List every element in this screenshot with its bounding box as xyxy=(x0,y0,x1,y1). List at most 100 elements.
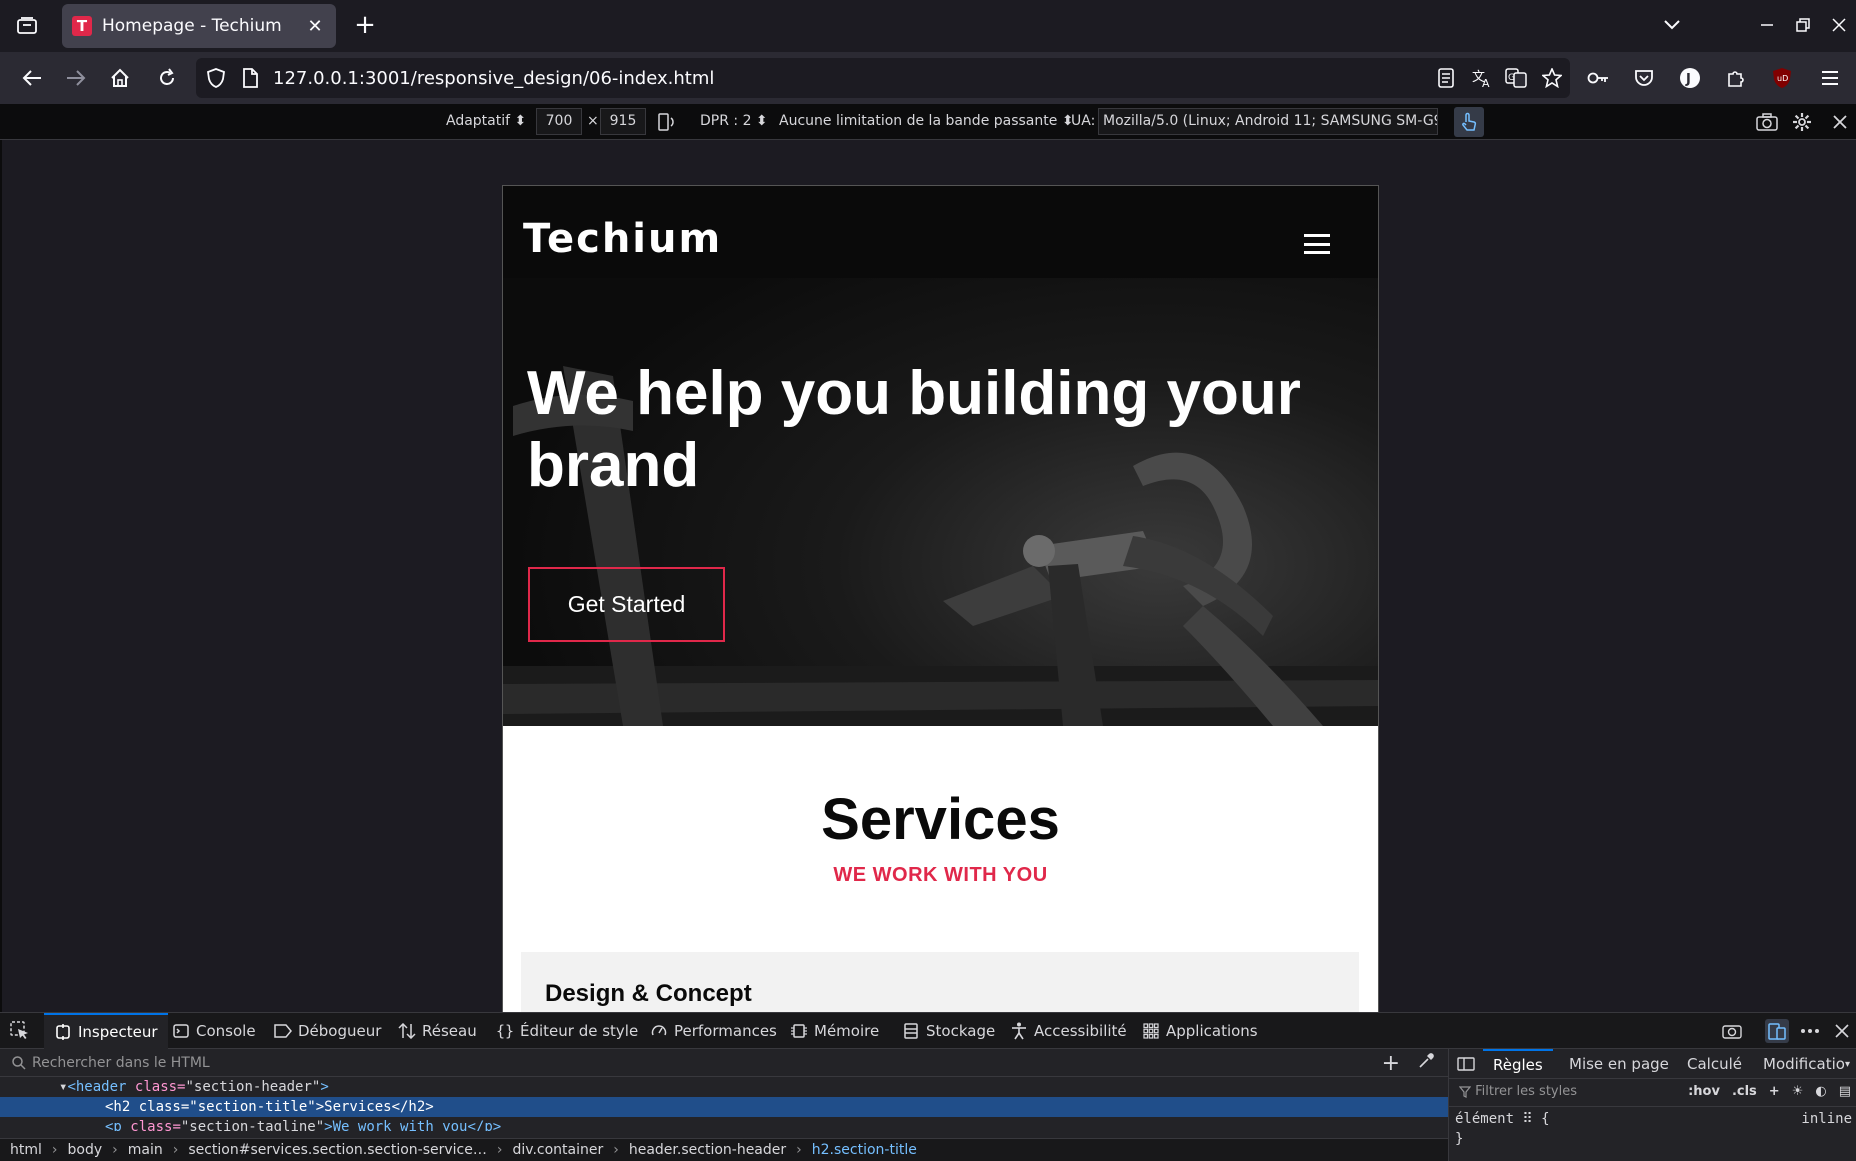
bookmark-button[interactable] xyxy=(1536,62,1568,94)
tab-reseau[interactable]: Réseau xyxy=(398,1013,477,1049)
close-window-button[interactable] xyxy=(1824,10,1854,40)
pocket-button[interactable] xyxy=(1628,62,1660,94)
breadcrumb-item[interactable]: div.container xyxy=(512,1142,603,1159)
list-all-tabs-button[interactable] xyxy=(1657,10,1687,40)
close-devtools-button[interactable] xyxy=(1830,1019,1854,1043)
responsive-design-mode-button[interactable] xyxy=(1765,1019,1789,1043)
tab-debogueur[interactable]: Débogueur xyxy=(274,1013,381,1049)
tab-applications[interactable]: Applications xyxy=(1142,1013,1258,1049)
tab-stockage[interactable]: Stockage xyxy=(902,1013,995,1049)
close-tab-icon[interactable]: ✕ xyxy=(304,16,326,37)
tab-mise-en-page[interactable]: Mise en page xyxy=(1569,1049,1669,1079)
sidebar-toggle-button[interactable] xyxy=(1457,1049,1475,1079)
rule-element-selector[interactable]: élément ⠿ { xyxy=(1455,1109,1855,1129)
close-icon xyxy=(1835,1024,1849,1038)
touch-simulation-button[interactable] xyxy=(1454,107,1484,137)
tab-modifications[interactable]: Modificatio xyxy=(1763,1049,1847,1079)
url-text[interactable]: 127.0.0.1:3001/responsive_design/06-inde… xyxy=(273,68,714,89)
html-search-box[interactable]: Rechercher dans le HTML + xyxy=(0,1049,1448,1077)
translate-extension-button[interactable]: G xyxy=(1500,62,1532,94)
reload-button[interactable] xyxy=(151,62,183,94)
markup-node-h2-selected[interactable]: <h2 class="section-title">Services</h2> xyxy=(0,1097,1448,1117)
minimize-icon xyxy=(1761,24,1773,26)
forward-button[interactable] xyxy=(60,62,92,94)
reader-view-button[interactable] xyxy=(1430,62,1462,94)
network-throttling-selector[interactable]: Aucune limitation de la bande passante ⬍ xyxy=(779,113,1074,129)
close-icon xyxy=(1832,18,1846,32)
hov-toggle[interactable]: :hov xyxy=(1688,1084,1720,1099)
rules-tools: :hov .cls + ☀ ◐ ▤ xyxy=(1688,1084,1851,1099)
style-editor-icon: {} xyxy=(495,1022,515,1040)
tracking-protection-icon[interactable] xyxy=(204,66,228,90)
print-simulation-icon[interactable]: ▤ xyxy=(1839,1084,1851,1099)
breadcrumb-item[interactable]: body xyxy=(68,1142,103,1159)
breadcrumb-separator: › xyxy=(51,1142,58,1158)
page-info-icon[interactable] xyxy=(238,66,262,90)
breadcrumb-item[interactable]: html xyxy=(10,1142,42,1159)
browser-tab[interactable]: T Homepage - Techium ✕ xyxy=(62,4,336,48)
firefox-view-button[interactable] xyxy=(12,11,42,41)
rules-filter[interactable]: Filtrer les styles :hov .cls + ☀ ◐ ▤ xyxy=(1449,1079,1856,1107)
tab-performances[interactable]: Performances xyxy=(650,1013,777,1049)
markup-node-header[interactable]: ▾<header class="section-header"> xyxy=(0,1077,1448,1097)
menu-button[interactable] xyxy=(1814,62,1846,94)
devtools-options-button[interactable] xyxy=(1798,1019,1822,1043)
device-selector[interactable]: Adaptatif ⬍ xyxy=(446,113,526,129)
site-logo[interactable]: Techium xyxy=(523,216,722,262)
screenshot-button[interactable] xyxy=(1755,110,1779,134)
viewport-width-input[interactable]: 700 xyxy=(536,108,582,135)
rdm-settings-button[interactable] xyxy=(1790,110,1814,134)
get-started-button[interactable]: Get Started xyxy=(528,567,725,642)
tab-calcule[interactable]: Calculé xyxy=(1687,1049,1742,1079)
chevron-down-icon xyxy=(1664,20,1680,30)
console-icon xyxy=(172,1022,190,1040)
element-picker-icon xyxy=(10,1021,28,1039)
tab-inspecteur[interactable]: Inspecteur xyxy=(44,1013,168,1049)
url-bar[interactable]: 127.0.0.1:3001/responsive_design/06-inde… xyxy=(196,58,1570,98)
markup-node-p[interactable]: <p class="section-tagline">We work with … xyxy=(0,1117,1448,1131)
more-tabs-chevron-icon[interactable]: ▾ xyxy=(1845,1049,1850,1079)
tag-name: <p xyxy=(105,1119,122,1131)
color-picker-button[interactable] xyxy=(1418,1053,1434,1073)
mobile-menu-toggle[interactable] xyxy=(1304,234,1330,254)
home-button[interactable] xyxy=(104,62,136,94)
rule-inline-source[interactable]: inline xyxy=(1801,1109,1852,1129)
tab-memoire[interactable]: Mémoire xyxy=(790,1013,879,1049)
rotate-viewport-button[interactable] xyxy=(654,110,678,134)
more-options-icon xyxy=(1801,1029,1819,1033)
minimize-button[interactable] xyxy=(1752,10,1782,40)
markup-view: Rechercher dans le HTML + ▾<header class… xyxy=(0,1049,1448,1161)
passwords-button[interactable] xyxy=(1582,62,1614,94)
close-rdm-button[interactable] xyxy=(1828,110,1852,134)
sidebar-tabs: Règles Mise en page Calculé Modificatio … xyxy=(1449,1049,1856,1079)
add-rule-button[interactable]: + xyxy=(1769,1084,1780,1099)
new-tab-button[interactable]: + xyxy=(350,11,380,41)
user-agent-input[interactable]: Mozilla/5.0 (Linux; Android 11; SAMSUNG … xyxy=(1098,108,1438,135)
responsive-mode-icon xyxy=(1768,1023,1786,1040)
tab-regles[interactable]: Règles xyxy=(1483,1049,1553,1079)
restore-button[interactable] xyxy=(1788,10,1818,40)
ublock-button[interactable]: uD xyxy=(1766,62,1798,94)
translate-button[interactable]: 文A xyxy=(1466,62,1498,94)
breadcrumb-item[interactable]: main xyxy=(128,1142,163,1159)
tab-accessibilite[interactable]: Accessibilité xyxy=(1010,1013,1127,1049)
tab-console[interactable]: Console xyxy=(172,1013,256,1049)
dpr-selector[interactable]: DPR : 2 ⬍ xyxy=(700,113,768,129)
breadcrumb-item[interactable]: section#services.section.section-service… xyxy=(188,1142,487,1159)
cls-toggle[interactable]: .cls xyxy=(1732,1084,1757,1099)
tab-label: Inspecteur xyxy=(78,1023,158,1041)
tab-editeur-de-style[interactable]: {} Éditeur de style xyxy=(496,1013,638,1049)
add-node-button[interactable]: + xyxy=(1382,1051,1400,1076)
tab-label: Éditeur de style xyxy=(520,1022,639,1040)
extensions-button[interactable] xyxy=(1720,62,1752,94)
account-button[interactable]: J xyxy=(1674,62,1706,94)
viewport-height-input[interactable]: 915 xyxy=(600,108,646,135)
element-picker-button[interactable] xyxy=(10,1013,30,1049)
light-mode-icon[interactable]: ☀ xyxy=(1792,1084,1804,1099)
dark-mode-icon[interactable]: ◐ xyxy=(1815,1084,1826,1099)
breadcrumb-item-current[interactable]: h2.section-title xyxy=(812,1142,917,1159)
back-button[interactable] xyxy=(16,62,48,94)
devtools-screenshot-button[interactable] xyxy=(1720,1019,1744,1043)
svg-text:J: J xyxy=(1685,72,1691,87)
breadcrumb-item[interactable]: header.section-header xyxy=(629,1142,786,1159)
